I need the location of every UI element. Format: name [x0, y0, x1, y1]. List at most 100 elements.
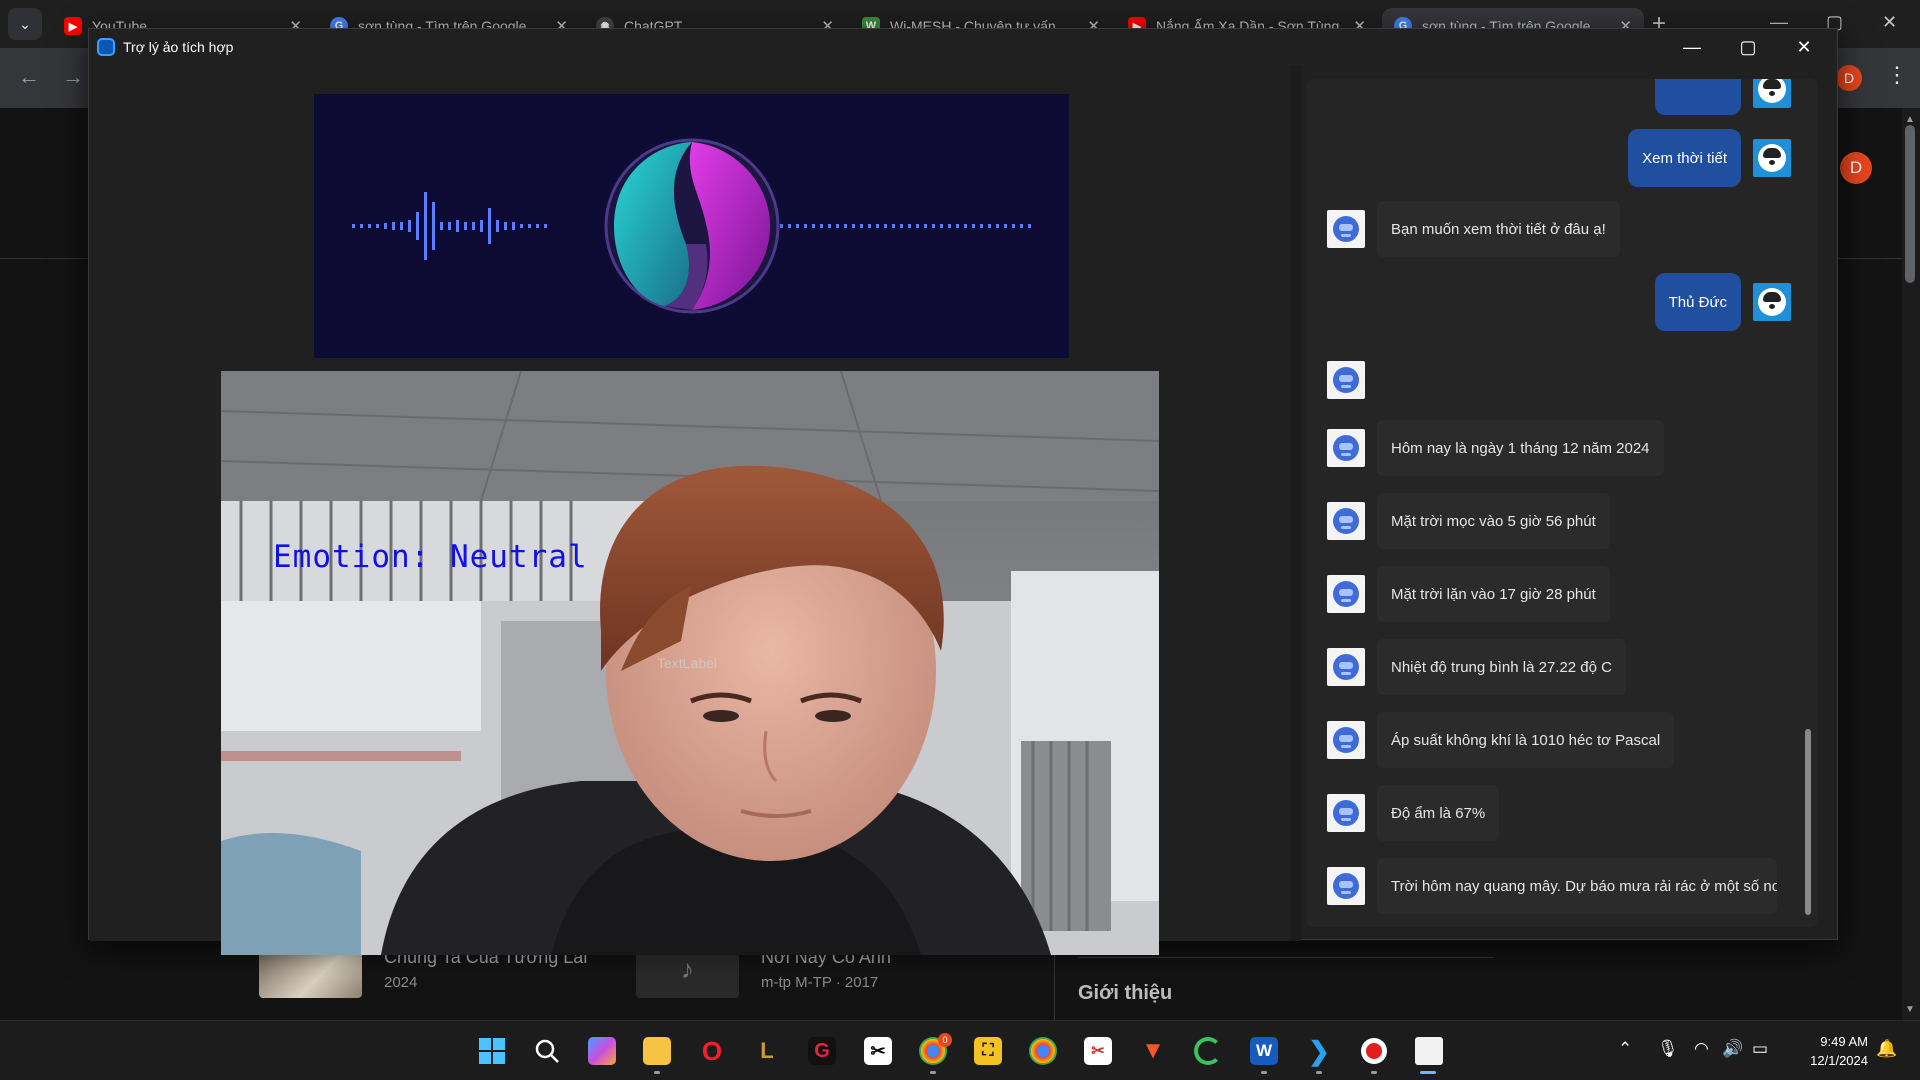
opera-icon[interactable]: O: [698, 1036, 726, 1066]
tab-search-button[interactable]: ⌄: [8, 8, 42, 40]
garena-icon[interactable]: G: [808, 1037, 836, 1065]
chat-message-bot: Độ ẩm là 67%: [1327, 785, 1500, 841]
screen-recorder-icon[interactable]: [1360, 1037, 1388, 1065]
chat-message-user: [1655, 79, 1791, 115]
bot-avatar: [1327, 361, 1365, 399]
volume-icon[interactable]: 🔊: [1722, 1039, 1743, 1059]
maximize-button[interactable]: ▢: [1733, 35, 1763, 59]
pane-divider[interactable]: [1291, 65, 1301, 941]
running-indicator: [1371, 1071, 1377, 1074]
search-icon[interactable]: [533, 1037, 561, 1065]
kebab-menu-icon[interactable]: ⋮: [1886, 62, 1908, 88]
wifi-icon[interactable]: ◠: [1694, 1039, 1709, 1059]
google-account-avatar[interactable]: D: [1840, 152, 1872, 184]
chrome-icon[interactable]: [1029, 1037, 1057, 1065]
snipping-tool-icon[interactable]: ✂: [1084, 1037, 1112, 1065]
chevron-up-icon[interactable]: ⌃: [1618, 1039, 1632, 1059]
chat-message-user: Thủ Đức: [1654, 273, 1791, 331]
minimize-button[interactable]: —: [1677, 35, 1707, 59]
user-bubble: Thủ Đức: [1654, 273, 1741, 331]
user-avatar: [1753, 139, 1791, 177]
notification-bell-icon[interactable]: 🔔: [1876, 1039, 1897, 1059]
running-indicator: [1261, 1071, 1267, 1074]
file-explorer-icon[interactable]: [643, 1037, 671, 1065]
webcam-feed: Emotion: Neutral TextLabel: [221, 371, 1159, 955]
profile-avatar[interactable]: D: [1836, 65, 1862, 91]
bot-bubble: Áp suất không khí là 1010 héc tơ Pascal: [1377, 712, 1675, 768]
running-indicator: [930, 1071, 936, 1074]
app-icon: [97, 38, 115, 56]
divider: [1078, 957, 1494, 958]
back-arrow-icon[interactable]: ←: [18, 64, 40, 90]
running-indicator: [1316, 1071, 1322, 1074]
bot-bubble: Mặt trời mọc vào 5 giờ 56 phút: [1377, 493, 1610, 549]
emotion-label: Emotion: Neutral: [273, 539, 588, 575]
microsoft-word-icon[interactable]: W: [1250, 1037, 1278, 1065]
clock-time: 9:49 AM: [1820, 1034, 1868, 1049]
song-artist: m-tp M-TP · 2017: [761, 974, 879, 991]
document-app-icon[interactable]: [1415, 1037, 1443, 1065]
window-title-bar[interactable]: Trợ lý ảo tích hợp — ▢ ✕: [89, 29, 1837, 65]
browser-close-button[interactable]: ✕: [1882, 12, 1897, 33]
song-year: 2024: [384, 974, 418, 991]
chat-message-bot: Trời hôm nay quang mây. Dự báo mưa rải r…: [1327, 858, 1777, 914]
capcut-icon[interactable]: ✂: [864, 1037, 892, 1065]
text-label: TextLabel: [657, 655, 717, 671]
youtube-icon: ▶: [64, 17, 82, 35]
bot-avatar: [1327, 648, 1365, 686]
scroll-up-icon[interactable]: ▲: [1905, 114, 1915, 125]
bot-avatar: [1327, 721, 1365, 759]
user-bubble: [1655, 79, 1741, 115]
microphone-icon[interactable]: 🎙: [1657, 1039, 1679, 1059]
window-title: Trợ lý ảo tích hợp: [123, 39, 234, 55]
bot-bubble: Bạn muốn xem thời tiết ở đâu ạ!: [1377, 201, 1620, 257]
taskbar: O L G ✂ 0 ⛶ ✂ ▼ W ❯ ⌃ 🎙 ◠ 🔊 ▭ 9:49 AM 12…: [0, 1020, 1920, 1080]
user-avatar: [1753, 79, 1791, 108]
bot-avatar: [1327, 575, 1365, 613]
chat-message-bot: Hôm nay là ngày 1 tháng 12 năm 2024: [1327, 420, 1664, 476]
chat-message-user: Xem thời tiết: [1628, 129, 1791, 187]
chat-message-bot: Bạn muốn xem thời tiết ở đâu ạ!: [1327, 201, 1620, 257]
league-of-legends-icon[interactable]: L: [753, 1037, 781, 1065]
chat-message-bot: Mặt trời lặn vào 17 giờ 28 phút: [1327, 566, 1610, 622]
forward-arrow-icon[interactable]: →: [62, 64, 84, 90]
chat-message-bot: [1327, 352, 1405, 408]
media-pane: Emotion: Neutral TextLabel: [89, 65, 1291, 955]
bot-bubble: Trời hôm nay quang mây. Dự báo mưa rải r…: [1377, 858, 1777, 914]
voice-waveform-graphic: [352, 126, 1031, 326]
bot-avatar: [1327, 794, 1365, 832]
vscode-icon[interactable]: ❯: [1305, 1036, 1333, 1066]
active-indicator: [1420, 1071, 1436, 1074]
bot-bubble: Nhiệt độ trung bình là 27.22 độ C: [1377, 639, 1626, 695]
bot-avatar: [1327, 867, 1365, 905]
user-avatar: [1753, 283, 1791, 321]
clock-date: 12/1/2024: [1810, 1053, 1868, 1068]
chrome-badge: 0: [938, 1033, 952, 1047]
chat-message-bot: Áp suất không khí là 1010 héc tơ Pascal: [1327, 712, 1675, 768]
running-indicator: [654, 1071, 660, 1074]
page-scrollbar-thumb[interactable]: [1905, 125, 1915, 283]
chat-panel: Xem thời tiết Bạn muốn xem thời tiết ở đ…: [1307, 79, 1817, 927]
brave-icon[interactable]: ▼: [1139, 1037, 1167, 1065]
chat-message-bot: Mặt trời mọc vào 5 giờ 56 phút: [1327, 493, 1610, 549]
voice-visualizer: [314, 94, 1069, 358]
windows-start-icon[interactable]: [478, 1037, 506, 1065]
bot-bubble: Độ ẩm là 67%: [1377, 785, 1500, 841]
copilot-icon[interactable]: [588, 1037, 616, 1065]
assistant-window: Trợ lý ảo tích hợp — ▢ ✕ Emotion: Neutra…: [88, 28, 1838, 955]
close-button[interactable]: ✕: [1789, 35, 1819, 59]
bot-bubble: [1377, 352, 1405, 408]
scroll-down-icon[interactable]: ▼: [1905, 1004, 1915, 1015]
chat-message-bot: Nhiệt độ trung bình là 27.22 độ C: [1327, 639, 1626, 695]
battery-icon[interactable]: ▭: [1752, 1039, 1768, 1059]
intro-heading: Giới thiệu: [1078, 982, 1173, 1004]
chat-scrollbar[interactable]: [1805, 729, 1811, 915]
bot-avatar: [1327, 502, 1365, 540]
user-bubble: Xem thời tiết: [1628, 129, 1741, 187]
bot-avatar: [1327, 429, 1365, 467]
sticky-tools-icon[interactable]: ⛶: [974, 1037, 1002, 1065]
system-clock[interactable]: 9:49 AM 12/1/2024: [1788, 1032, 1868, 1070]
bot-bubble: Hôm nay là ngày 1 tháng 12 năm 2024: [1377, 420, 1664, 476]
bot-bubble: Mặt trời lặn vào 17 giờ 28 phút: [1377, 566, 1610, 622]
loading-app-icon[interactable]: [1194, 1037, 1222, 1065]
